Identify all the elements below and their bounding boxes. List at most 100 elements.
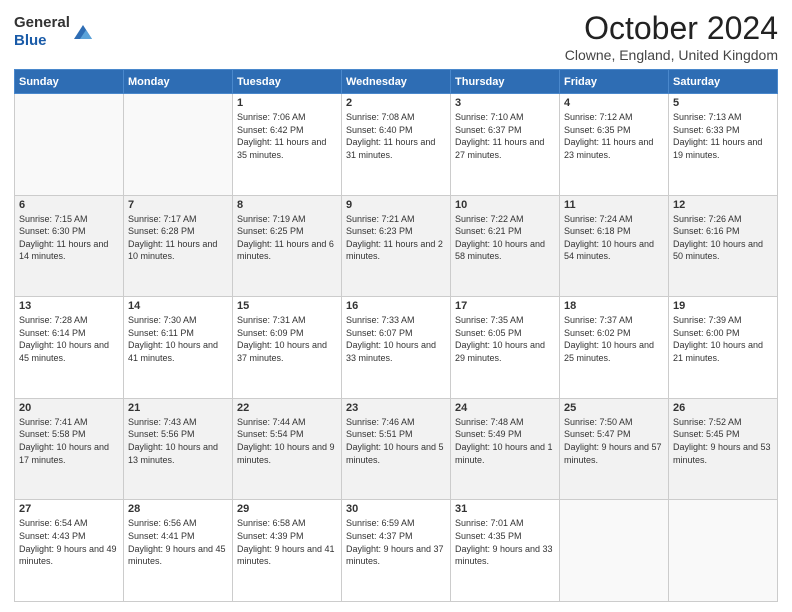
- calendar-week-row: 1 Sunrise: 7:06 AMSunset: 6:42 PMDaylight…: [15, 94, 778, 196]
- col-tuesday: Tuesday: [233, 70, 342, 94]
- day-number: 17: [455, 300, 555, 312]
- day-info: Sunrise: 7:43 AMSunset: 5:56 PMDaylight:…: [128, 416, 228, 466]
- table-row: 16 Sunrise: 7:33 AMSunset: 6:07 PMDayligh…: [342, 297, 451, 399]
- table-row: 23 Sunrise: 7:46 AMSunset: 5:51 PMDayligh…: [342, 398, 451, 500]
- day-number: 15: [237, 300, 337, 312]
- col-saturday: Saturday: [669, 70, 778, 94]
- day-info: Sunrise: 7:41 AMSunset: 5:58 PMDaylight:…: [19, 416, 119, 466]
- day-info: Sunrise: 7:15 AMSunset: 6:30 PMDaylight:…: [19, 213, 119, 263]
- table-row: 24 Sunrise: 7:48 AMSunset: 5:49 PMDayligh…: [451, 398, 560, 500]
- day-info: Sunrise: 7:46 AMSunset: 5:51 PMDaylight:…: [346, 416, 446, 466]
- day-info: Sunrise: 6:56 AMSunset: 4:41 PMDaylight:…: [128, 517, 228, 567]
- table-row: 21 Sunrise: 7:43 AMSunset: 5:56 PMDayligh…: [124, 398, 233, 500]
- table-row: 17 Sunrise: 7:35 AMSunset: 6:05 PMDayligh…: [451, 297, 560, 399]
- header: General Blue October 2024 Clowne, Englan…: [14, 10, 778, 63]
- logo-blue: Blue: [14, 32, 47, 49]
- header-row: Sunday Monday Tuesday Wednesday Thursday…: [15, 70, 778, 94]
- day-info: Sunrise: 7:17 AMSunset: 6:28 PMDaylight:…: [128, 213, 228, 263]
- table-row: 2 Sunrise: 7:08 AMSunset: 6:40 PMDaylight…: [342, 94, 451, 196]
- day-number: 29: [237, 503, 337, 515]
- table-row: 18Sunrise: 7:37 AMSunset: 6:02 PMDayligh…: [560, 297, 669, 399]
- day-info: Sunrise: 7:50 AMSunset: 5:47 PMDaylight:…: [564, 416, 664, 466]
- day-info: Sunrise: 7:44 AMSunset: 5:54 PMDaylight:…: [237, 416, 337, 466]
- table-row: 28Sunrise: 6:56 AMSunset: 4:41 PMDayligh…: [124, 500, 233, 602]
- day-info: Sunrise: 6:54 AMSunset: 4:43 PMDaylight:…: [19, 517, 119, 567]
- table-row: 30 Sunrise: 6:59 AMSunset: 4:37 PMDayligh…: [342, 500, 451, 602]
- day-number: 2: [346, 97, 446, 109]
- day-number: 1: [237, 97, 337, 109]
- page: General Blue October 2024 Clowne, Englan…: [0, 0, 792, 612]
- day-number: 30: [346, 503, 446, 515]
- day-info: Sunrise: 7:22 AMSunset: 6:21 PMDaylight:…: [455, 213, 555, 263]
- day-number: 20: [19, 402, 119, 414]
- table-row: 29 Sunrise: 6:58 AMSunset: 4:39 PMDayligh…: [233, 500, 342, 602]
- day-number: 16: [346, 300, 446, 312]
- day-info: Sunrise: 7:33 AMSunset: 6:07 PMDaylight:…: [346, 314, 446, 364]
- table-row: 11Sunrise: 7:24 AMSunset: 6:18 PMDayligh…: [560, 195, 669, 297]
- table-row: [560, 500, 669, 602]
- table-row: 19 Sunrise: 7:39 AMSunset: 6:00 PMDayligh…: [669, 297, 778, 399]
- day-number: 21: [128, 402, 228, 414]
- table-row: 3Sunrise: 7:10 AMSunset: 6:37 PMDaylight…: [451, 94, 560, 196]
- day-info: Sunrise: 7:31 AMSunset: 6:09 PMDaylight:…: [237, 314, 337, 364]
- logo-general: General: [14, 14, 70, 31]
- table-row: 4 Sunrise: 7:12 AMSunset: 6:35 PMDaylight…: [560, 94, 669, 196]
- day-info: Sunrise: 7:28 AMSunset: 6:14 PMDaylight:…: [19, 314, 119, 364]
- day-info: Sunrise: 7:26 AMSunset: 6:16 PMDaylight:…: [673, 213, 773, 263]
- table-row: 15 Sunrise: 7:31 AMSunset: 6:09 PMDayligh…: [233, 297, 342, 399]
- day-number: 24: [455, 402, 555, 414]
- day-info: Sunrise: 7:12 AMSunset: 6:35 PMDaylight:…: [564, 111, 664, 161]
- day-info: Sunrise: 7:52 AMSunset: 5:45 PMDaylight:…: [673, 416, 773, 466]
- calendar-week-row: 6Sunrise: 7:15 AMSunset: 6:30 PMDaylight…: [15, 195, 778, 297]
- table-row: 6Sunrise: 7:15 AMSunset: 6:30 PMDaylight…: [15, 195, 124, 297]
- day-number: 19: [673, 300, 773, 312]
- logo-icon: [72, 21, 94, 43]
- day-number: 12: [673, 199, 773, 211]
- day-number: 9: [346, 199, 446, 211]
- day-number: 18: [564, 300, 664, 312]
- day-number: 3: [455, 97, 555, 109]
- day-info: Sunrise: 7:08 AMSunset: 6:40 PMDaylight:…: [346, 111, 446, 161]
- day-number: 4: [564, 97, 664, 109]
- table-row: 9 Sunrise: 7:21 AMSunset: 6:23 PMDaylight…: [342, 195, 451, 297]
- day-number: 13: [19, 300, 119, 312]
- day-info: Sunrise: 7:01 AMSunset: 4:35 PMDaylight:…: [455, 517, 555, 567]
- table-row: 20 Sunrise: 7:41 AMSunset: 5:58 PMDayligh…: [15, 398, 124, 500]
- day-info: Sunrise: 7:30 AMSunset: 6:11 PMDaylight:…: [128, 314, 228, 364]
- day-info: Sunrise: 7:19 AMSunset: 6:25 PMDaylight:…: [237, 213, 337, 263]
- table-row: 25 Sunrise: 7:50 AMSunset: 5:47 PMDayligh…: [560, 398, 669, 500]
- col-wednesday: Wednesday: [342, 70, 451, 94]
- col-friday: Friday: [560, 70, 669, 94]
- day-number: 22: [237, 402, 337, 414]
- day-number: 7: [128, 199, 228, 211]
- day-info: Sunrise: 7:35 AMSunset: 6:05 PMDaylight:…: [455, 314, 555, 364]
- day-number: 31: [455, 503, 555, 515]
- day-info: Sunrise: 7:21 AMSunset: 6:23 PMDaylight:…: [346, 213, 446, 263]
- day-info: Sunrise: 7:39 AMSunset: 6:00 PMDaylight:…: [673, 314, 773, 364]
- calendar-week-row: 13 Sunrise: 7:28 AMSunset: 6:14 PMDayligh…: [15, 297, 778, 399]
- table-row: 26Sunrise: 7:52 AMSunset: 5:45 PMDayligh…: [669, 398, 778, 500]
- table-row: 31 Sunrise: 7:01 AMSunset: 4:35 PMDayligh…: [451, 500, 560, 602]
- day-number: 25: [564, 402, 664, 414]
- location: Clowne, England, United Kingdom: [565, 47, 778, 63]
- day-number: 27: [19, 503, 119, 515]
- day-number: 23: [346, 402, 446, 414]
- table-row: 27 Sunrise: 6:54 AMSunset: 4:43 PMDayligh…: [15, 500, 124, 602]
- day-number: 5: [673, 97, 773, 109]
- calendar-week-row: 27 Sunrise: 6:54 AMSunset: 4:43 PMDayligh…: [15, 500, 778, 602]
- table-row: [124, 94, 233, 196]
- table-row: 12 Sunrise: 7:26 AMSunset: 6:16 PMDayligh…: [669, 195, 778, 297]
- calendar-table: Sunday Monday Tuesday Wednesday Thursday…: [14, 69, 778, 602]
- table-row: 8Sunrise: 7:19 AMSunset: 6:25 PMDaylight…: [233, 195, 342, 297]
- col-sunday: Sunday: [15, 70, 124, 94]
- day-info: Sunrise: 7:06 AMSunset: 6:42 PMDaylight:…: [237, 111, 337, 161]
- col-thursday: Thursday: [451, 70, 560, 94]
- day-info: Sunrise: 6:59 AMSunset: 4:37 PMDaylight:…: [346, 517, 446, 567]
- calendar-week-row: 20 Sunrise: 7:41 AMSunset: 5:58 PMDayligh…: [15, 398, 778, 500]
- day-info: Sunrise: 6:58 AMSunset: 4:39 PMDaylight:…: [237, 517, 337, 567]
- table-row: 5Sunrise: 7:13 AMSunset: 6:33 PMDaylight…: [669, 94, 778, 196]
- day-info: Sunrise: 7:48 AMSunset: 5:49 PMDaylight:…: [455, 416, 555, 466]
- logo-text: General Blue: [14, 14, 70, 50]
- table-row: 10Sunrise: 7:22 AMSunset: 6:21 PMDayligh…: [451, 195, 560, 297]
- table-row: 14Sunrise: 7:30 AMSunset: 6:11 PMDayligh…: [124, 297, 233, 399]
